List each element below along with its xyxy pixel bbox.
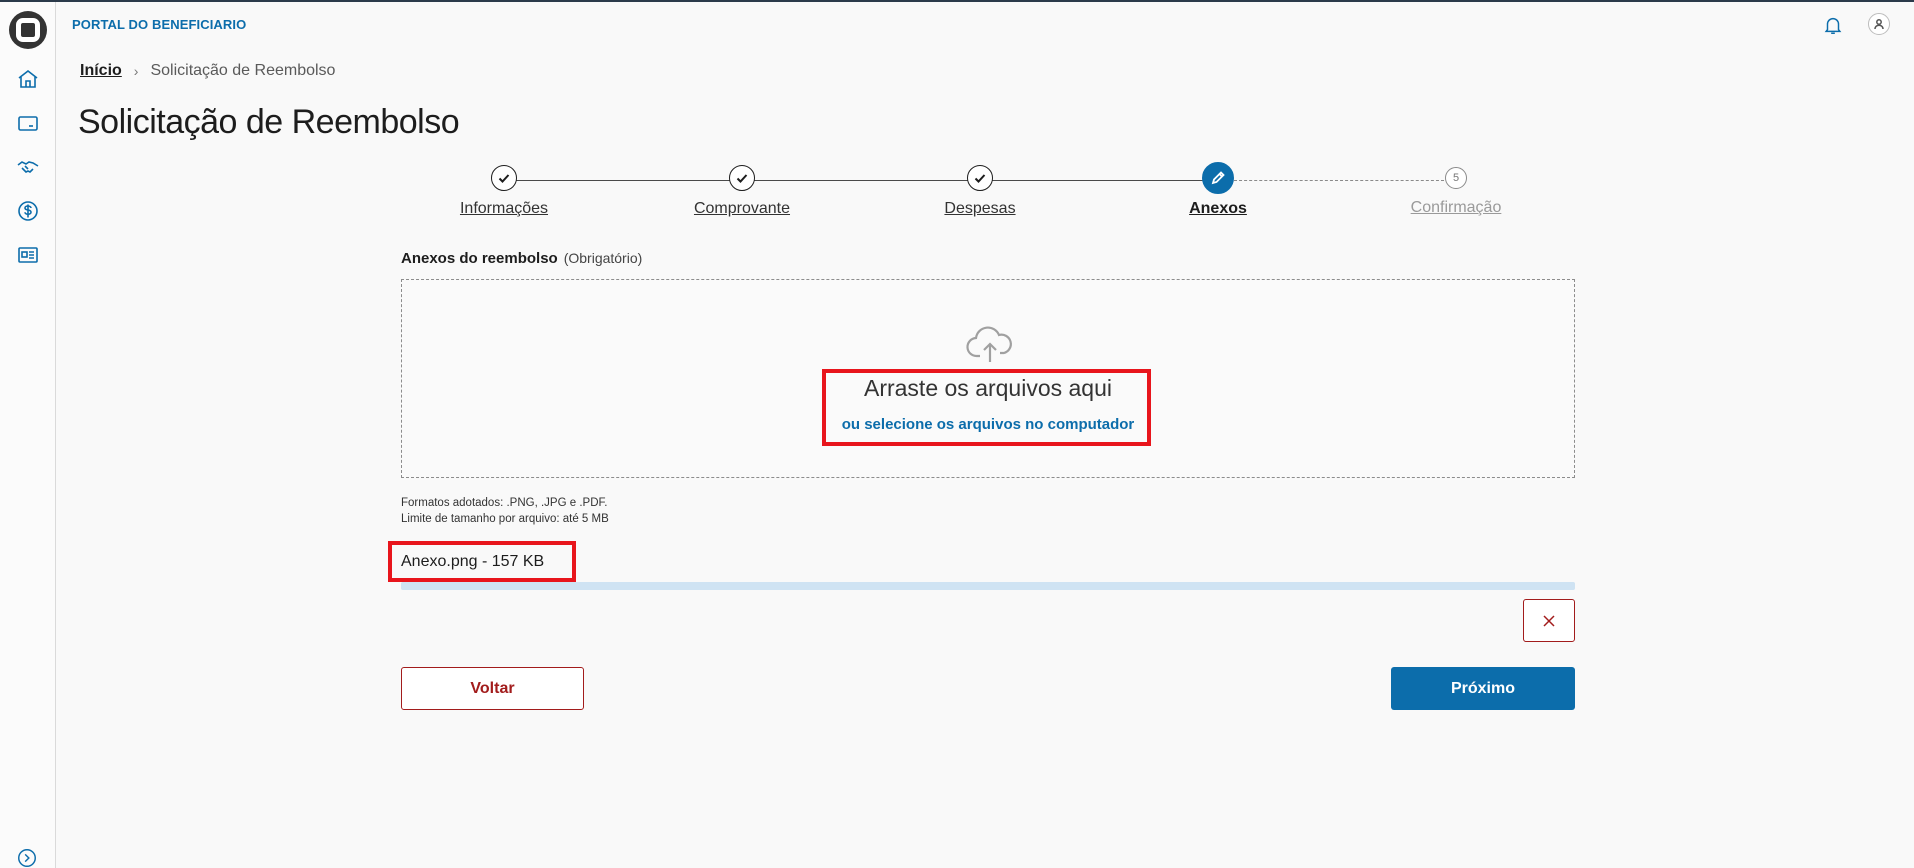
size-limit-text: Limite de tamanho por arquivo: até 5 MB: [401, 513, 609, 525]
step-number: 5: [1445, 167, 1467, 189]
bell-icon[interactable]: [1822, 14, 1846, 38]
breadcrumb-current: Solicitação de Reembolso: [150, 62, 336, 79]
upload-label: Anexos do reembolso: [401, 250, 558, 267]
file-dropzone[interactable]: Arraste os arquivos aqui ou selecione os…: [401, 279, 1575, 478]
step-label[interactable]: Informações: [460, 200, 548, 218]
check-icon: [729, 165, 755, 191]
app-logo[interactable]: [9, 11, 47, 49]
breadcrumb: Início › Solicitação de Reembolso: [80, 62, 335, 80]
step-label[interactable]: Confirmação: [1411, 199, 1502, 217]
breadcrumb-separator-icon: ›: [133, 63, 139, 79]
stepper: Informações Comprovante Despesas Anexos …: [404, 162, 1914, 225]
user-avatar[interactable]: [1868, 13, 1890, 35]
step-despesas[interactable]: Despesas: [880, 165, 1080, 218]
step-anexos[interactable]: Anexos: [1118, 162, 1318, 218]
drag-files-text: Arraste os arquivos aqui: [863, 375, 1112, 401]
cloud-upload-icon: [966, 324, 1014, 364]
dollar-icon[interactable]: [14, 197, 42, 225]
step-label[interactable]: Despesas: [944, 200, 1015, 218]
step-label[interactable]: Comprovante: [694, 200, 790, 218]
formats-text: Formatos adotados: .PNG, .JPG e .PDF.: [401, 497, 608, 509]
check-icon: [491, 165, 517, 191]
step-comprovante[interactable]: Comprovante: [642, 165, 842, 218]
remove-file-button[interactable]: [1523, 599, 1575, 642]
step-confirmacao[interactable]: 5 Confirmação: [1356, 165, 1556, 217]
home-icon[interactable]: [14, 65, 42, 93]
step-informacoes[interactable]: Informações: [404, 165, 604, 218]
formats-info: Formatos adotados: .PNG, .JPG e .PDF. Li…: [401, 495, 609, 527]
upload-progress-bar: [401, 582, 1575, 590]
select-files-link[interactable]: ou selecione os arquivos no computador: [402, 416, 1574, 433]
next-button[interactable]: Próximo: [1391, 667, 1575, 710]
card-icon[interactable]: [14, 109, 42, 137]
sidebar: [0, 2, 56, 868]
id-card-icon[interactable]: [14, 241, 42, 269]
page-title: Solicitação de Reembolso: [78, 103, 460, 141]
breadcrumb-home-link[interactable]: Início: [80, 62, 122, 80]
check-icon: [967, 165, 993, 191]
required-label: (Obrigatório): [563, 250, 643, 266]
pencil-icon: [1202, 162, 1234, 194]
user-icon: [1874, 19, 1884, 30]
upload-section-label: Anexos do reembolso (Obrigatório): [401, 250, 642, 267]
stepper-line-complete: [504, 180, 1218, 181]
close-icon: [1543, 614, 1555, 627]
handshake-icon[interactable]: [14, 153, 42, 181]
back-button[interactable]: Voltar: [401, 667, 584, 710]
step-label[interactable]: Anexos: [1189, 200, 1247, 218]
expand-icon[interactable]: [16, 847, 40, 868]
attached-file-name: Anexo.png - 157 KB: [401, 553, 545, 570]
portal-title: PORTAL DO BENEFICIARIO: [72, 17, 247, 32]
top-border: [0, 0, 1914, 2]
upload-progress-fill: [401, 582, 1575, 590]
